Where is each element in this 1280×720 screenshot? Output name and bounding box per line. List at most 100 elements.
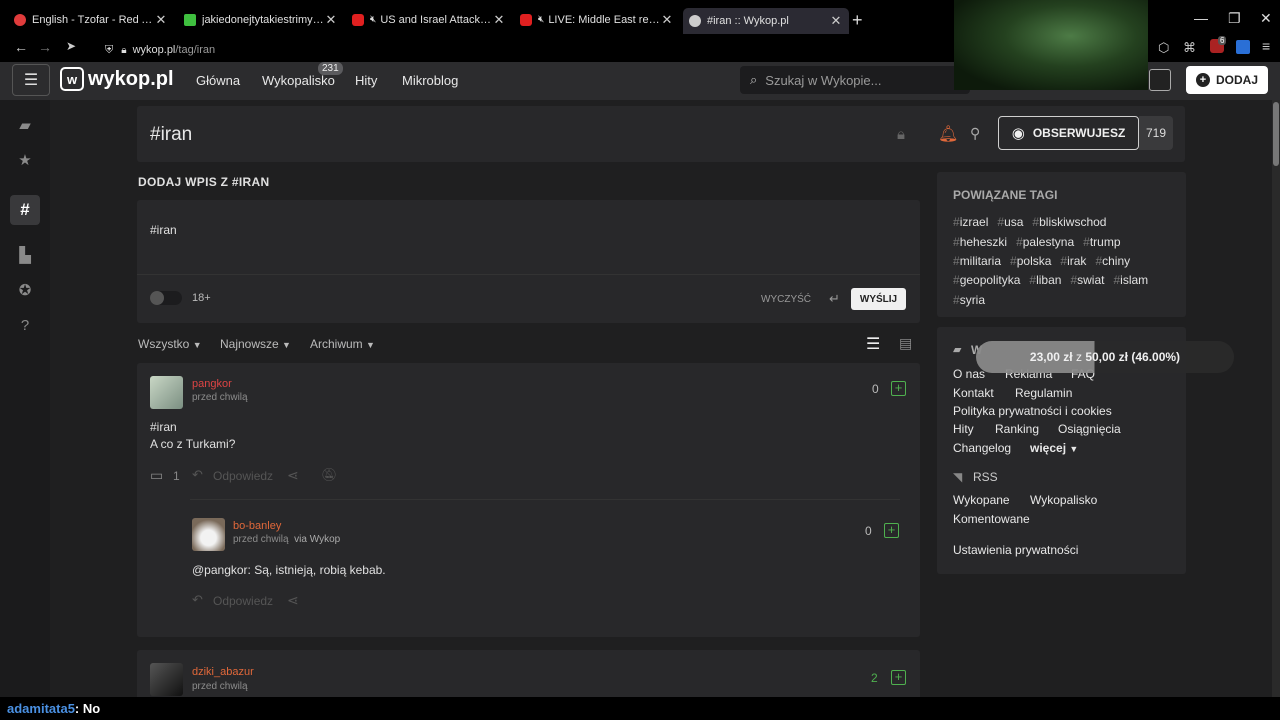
- scrollbar[interactable]: [1272, 100, 1280, 697]
- avatar[interactable]: [192, 518, 225, 551]
- reply-author[interactable]: bo-banley: [233, 520, 281, 532]
- wykop-icon[interactable]: ▰: [15, 115, 35, 135]
- related-tag[interactable]: #palestyna: [1016, 235, 1074, 249]
- link-ranking[interactable]: Ranking: [995, 422, 1039, 436]
- post-author[interactable]: pangkor: [192, 378, 232, 390]
- browser-tab[interactable]: English - Tzofar - Red Alert ✕: [8, 7, 174, 32]
- mention-link[interactable]: @pangkor: [192, 563, 248, 577]
- avatar[interactable]: [150, 663, 183, 696]
- close-icon[interactable]: ✕: [154, 12, 168, 28]
- reply-icon[interactable]: ↶: [192, 592, 203, 608]
- lock-icon[interactable]: 🔒︎: [897, 126, 905, 143]
- related-tag[interactable]: #liban: [1029, 273, 1061, 287]
- list-view-icon[interactable]: ☰: [866, 334, 880, 354]
- comments-icon[interactable]: ▭: [150, 467, 163, 484]
- related-tag[interactable]: #geopolityka: [953, 273, 1020, 287]
- rss-link-komentowane[interactable]: Komentowane: [953, 512, 1030, 526]
- nav-mikroblog[interactable]: Mikroblog: [402, 73, 458, 88]
- related-tag[interactable]: #bliskiwschod: [1032, 215, 1106, 229]
- add-button[interactable]: + DODAJ: [1186, 66, 1268, 94]
- search-input[interactable]: ⌕ Szukaj w Wykopie...: [740, 66, 970, 94]
- related-tag[interactable]: #syria: [953, 293, 985, 307]
- user-avatar[interactable]: [1149, 69, 1171, 91]
- related-tag[interactable]: #trump: [1083, 235, 1120, 249]
- restore-icon[interactable]: ❐: [1228, 10, 1241, 27]
- link-contact[interactable]: Kontakt: [953, 386, 994, 400]
- link-changelog[interactable]: Changelog: [953, 441, 1011, 455]
- link-rules[interactable]: Regulamin: [1015, 386, 1072, 400]
- nav-hity[interactable]: Hity: [355, 73, 377, 88]
- hamburger-menu-button[interactable]: ☰: [12, 64, 50, 96]
- close-window-icon[interactable]: ✕: [1260, 10, 1272, 27]
- ranking-icon[interactable]: ▙: [15, 245, 35, 265]
- observe-button[interactable]: ◉ OBSERWUJESZ: [998, 116, 1139, 150]
- link-hity[interactable]: Hity: [953, 422, 974, 436]
- post-hashtag[interactable]: #iran: [150, 420, 177, 434]
- link-about[interactable]: O nas: [953, 367, 985, 381]
- gamepad-icon[interactable]: ⌘: [1183, 40, 1196, 56]
- related-tag[interactable]: #izrael: [953, 215, 988, 229]
- post-author[interactable]: dziki_abazur: [192, 666, 254, 678]
- close-icon[interactable]: ✕: [829, 13, 843, 29]
- rss-link-wykopalisko[interactable]: Wykopalisko: [1030, 493, 1097, 507]
- close-icon[interactable]: ✕: [324, 12, 338, 28]
- pin-icon[interactable]: ⚲: [970, 125, 980, 142]
- back-arrow-icon[interactable]: ←: [14, 39, 28, 55]
- muted-speaker-icon[interactable]: 🔇︎: [370, 14, 376, 25]
- s-extension-icon[interactable]: [1236, 40, 1250, 54]
- medal-icon[interactable]: ✪: [15, 280, 35, 300]
- link-privacy-policy[interactable]: Polityka prywatności i cookies: [953, 404, 1112, 418]
- browser-tab[interactable]: jakiedonejtytakiestrimyxD Strea ✕: [178, 7, 344, 32]
- browser-tab[interactable]: 🔇︎ US and Israel Attack Iran - L ✕: [346, 7, 512, 32]
- avatar[interactable]: [150, 376, 183, 409]
- muted-speaker-icon[interactable]: 🔇︎: [538, 14, 544, 25]
- close-icon[interactable]: ✕: [492, 12, 506, 28]
- related-tag[interactable]: #islam: [1113, 273, 1148, 287]
- more-button[interactable]: więcej ▼: [1030, 441, 1078, 455]
- privacy-settings-link[interactable]: Ustawienia prywatności: [953, 543, 1078, 557]
- reply-button[interactable]: Odpowiedz: [213, 594, 273, 608]
- upvote-button[interactable]: +: [891, 381, 906, 396]
- extension-icon[interactable]: ⬡: [1158, 40, 1169, 56]
- related-tag[interactable]: #swiat: [1070, 273, 1104, 287]
- forward-arrow-icon[interactable]: →: [38, 39, 52, 55]
- menu-icon[interactable]: ≡: [1262, 38, 1270, 54]
- composer-textarea[interactable]: #iran: [150, 223, 177, 237]
- post-time[interactable]: przed chwilą: [192, 681, 248, 692]
- rss-link-wykopane[interactable]: Wykopane: [953, 493, 1010, 507]
- related-tag[interactable]: #usa: [997, 215, 1023, 229]
- help-icon[interactable]: ?: [15, 315, 35, 335]
- filter-newest[interactable]: Najnowsze ▼: [220, 337, 291, 351]
- bell-icon[interactable]: 🔔︎: [938, 124, 958, 144]
- scrollbar-thumb[interactable]: [1273, 102, 1279, 166]
- site-logo[interactable]: w wykop.pl: [60, 67, 174, 91]
- browser-tab-active[interactable]: #iran :: Wykop.pl ✕: [683, 8, 849, 34]
- post-time[interactable]: przed chwilą: [192, 392, 248, 403]
- filter-archive[interactable]: Archiwum ▼: [310, 337, 375, 351]
- link-achievements[interactable]: Osiągnięcia: [1058, 422, 1121, 436]
- nav-glowna[interactable]: Główna: [196, 73, 240, 88]
- card-view-icon[interactable]: ▤: [899, 335, 912, 352]
- new-tab-icon[interactable]: +: [852, 10, 863, 31]
- related-tag[interactable]: #militaria: [953, 254, 1001, 268]
- star-icon[interactable]: ★: [15, 150, 35, 170]
- nsfw-toggle[interactable]: [150, 291, 182, 305]
- related-tag[interactable]: #irak: [1060, 254, 1086, 268]
- clear-button[interactable]: WYCZYŚĆ: [761, 294, 811, 305]
- close-icon[interactable]: ✕: [660, 12, 674, 28]
- browser-tab[interactable]: 🔇︎ LIVE: Middle East real-time ✕: [514, 7, 680, 32]
- reply-button[interactable]: Odpowiedz: [213, 469, 273, 483]
- upvote-button[interactable]: +: [884, 523, 899, 538]
- filter-all[interactable]: Wszystko ▼: [138, 337, 202, 351]
- related-tag[interactable]: #polska: [1010, 254, 1051, 268]
- reply-icon[interactable]: ↶: [192, 467, 203, 483]
- minimize-icon[interactable]: —: [1194, 10, 1208, 26]
- share-icon[interactable]: ⋖: [287, 592, 299, 609]
- bell-off-icon[interactable]: 🔕︎: [321, 467, 338, 483]
- hashtag-icon[interactable]: #: [10, 195, 40, 225]
- related-tag[interactable]: #chiny: [1095, 254, 1130, 268]
- nav-wykopalisko[interactable]: Wykopalisko: [262, 73, 335, 88]
- related-tag[interactable]: #heheszki: [953, 235, 1007, 249]
- upvote-button[interactable]: +: [891, 670, 906, 685]
- share-icon[interactable]: ⋖: [287, 467, 299, 484]
